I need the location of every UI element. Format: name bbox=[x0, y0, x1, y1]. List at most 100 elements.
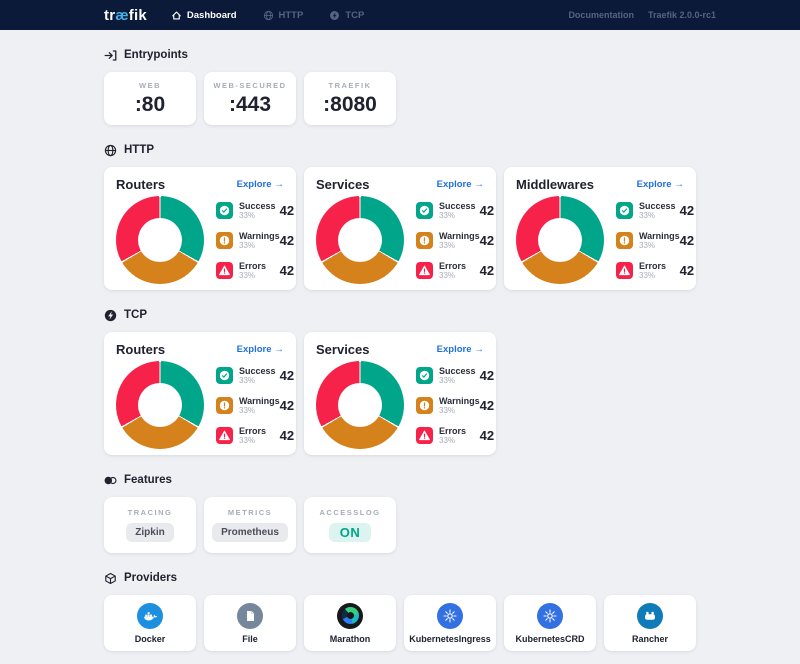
explore-link[interactable]: Explore → bbox=[237, 344, 284, 355]
legend-item-success: Success33% 42 bbox=[416, 366, 494, 385]
legend-percent: 33% bbox=[239, 211, 276, 220]
legend-item-warnings: Warnings33% 42 bbox=[216, 231, 294, 250]
features-header: Features bbox=[104, 473, 696, 487]
error-triangle-icon bbox=[416, 427, 433, 444]
http-section: HTTP Routers Explore → Success33% bbox=[104, 143, 696, 290]
legend-name: Warnings bbox=[439, 396, 480, 406]
entrypoints-grid: WEB :80 WEB-SECURED :443 TRAEFIK :8080 bbox=[104, 72, 696, 125]
success-check-icon bbox=[616, 202, 633, 219]
legend-value: 42 bbox=[480, 233, 494, 248]
legend-value: 42 bbox=[280, 203, 294, 218]
warning-circle-icon bbox=[216, 232, 233, 249]
legend-item-warnings: Warnings33% 42 bbox=[416, 231, 494, 250]
legend-name: Errors bbox=[439, 261, 466, 271]
legend-percent: 33% bbox=[439, 241, 480, 250]
success-check-icon bbox=[416, 202, 433, 219]
success-check-icon bbox=[216, 367, 233, 384]
documentation-link[interactable]: Documentation bbox=[568, 10, 634, 20]
top-navbar: træfik Dashboard HTTP TCP Documentation … bbox=[0, 0, 800, 30]
legend-name: Success bbox=[639, 201, 676, 211]
legend-item-success: Success33% 42 bbox=[216, 201, 294, 220]
status-legend: Success33% 42 Warnings33% 42 Errors33% 4… bbox=[216, 366, 294, 445]
tcp-section: TCP Routers Explore → Success33% bbox=[104, 308, 696, 455]
legend-value: 42 bbox=[280, 263, 294, 278]
legend-value: 42 bbox=[480, 428, 494, 443]
legend-value: 42 bbox=[680, 203, 694, 218]
http-middlewares-panel: Middlewares Explore → Success 33% 42 bbox=[504, 167, 696, 290]
legend-percent: 33% bbox=[239, 376, 276, 385]
providers-grid: Docker File Marathon KubernetesIngress bbox=[104, 595, 696, 651]
legend-name: Success bbox=[239, 366, 276, 376]
legend-percent: 33% bbox=[239, 406, 280, 415]
nav-item-dashboard[interactable]: Dashboard bbox=[171, 10, 237, 21]
legend-item-success: Success33% 42 bbox=[216, 366, 294, 385]
legend-value: 42 bbox=[680, 233, 694, 248]
warning-circle-icon bbox=[416, 397, 433, 414]
logo-ligature: æ bbox=[115, 7, 129, 24]
explore-link[interactable]: Explore → bbox=[437, 179, 484, 190]
legend-item-errors: Errors33% 42 bbox=[216, 426, 294, 445]
entrypoint-label: WEB bbox=[139, 81, 161, 90]
legend-value: 42 bbox=[480, 368, 494, 383]
arrow-right-icon: → bbox=[475, 344, 485, 355]
status-donut-chart bbox=[116, 196, 204, 284]
version-label: Traefik 2.0.0-rc1 bbox=[648, 10, 716, 20]
nav-label: HTTP bbox=[279, 10, 304, 21]
panel-title: Services bbox=[316, 177, 370, 192]
status-legend: Success33% 42 Warnings33% 42 Errors33% 4… bbox=[416, 366, 494, 445]
entrypoints-header: Entrypoints bbox=[104, 48, 696, 62]
entrypoint-label: TRAEFIK bbox=[329, 81, 372, 90]
provider-card-rancher: Rancher bbox=[604, 595, 696, 651]
tcp-routers-panel: Routers Explore → Success33% 42 bbox=[104, 332, 296, 455]
legend-percent: 33% bbox=[439, 436, 466, 445]
status-donut-chart bbox=[516, 196, 604, 284]
legend-name: Errors bbox=[639, 261, 666, 271]
http-services-panel: Services Explore → Success33% 42 bbox=[304, 167, 496, 290]
legend-percent: 33% bbox=[439, 271, 466, 280]
provider-card-kubernetes-crd: KubernetesCRD bbox=[504, 595, 596, 651]
file-document-icon bbox=[237, 603, 263, 629]
error-triangle-icon bbox=[216, 427, 233, 444]
panel-title: Middlewares bbox=[516, 177, 594, 192]
http-header: HTTP bbox=[104, 143, 696, 157]
legend-value: 42 bbox=[280, 233, 294, 248]
legend-percent: 33% bbox=[639, 271, 666, 280]
provider-label: Docker bbox=[135, 634, 166, 644]
legend-name: Errors bbox=[239, 426, 266, 436]
legend-item-success: Success33% 42 bbox=[416, 201, 494, 220]
bolt-circle-icon bbox=[329, 10, 340, 21]
section-title: TCP bbox=[124, 308, 147, 322]
docker-logo-icon bbox=[137, 603, 163, 629]
legend-value: 42 bbox=[480, 398, 494, 413]
bolt-circle-icon bbox=[104, 309, 117, 322]
main-content: Entrypoints WEB :80 WEB-SECURED :443 TRA… bbox=[0, 30, 800, 651]
legend-value: 42 bbox=[680, 263, 694, 278]
entrypoints-section: Entrypoints WEB :80 WEB-SECURED :443 TRA… bbox=[104, 48, 696, 125]
provider-label: File bbox=[242, 634, 258, 644]
legend-name: Warnings bbox=[239, 396, 280, 406]
provider-label: KubernetesCRD bbox=[515, 634, 584, 644]
explore-link[interactable]: Explore → bbox=[637, 179, 684, 190]
nav-label: TCP bbox=[345, 10, 364, 21]
nav-item-tcp[interactable]: TCP bbox=[329, 10, 364, 21]
nav-item-http[interactable]: HTTP bbox=[263, 10, 304, 21]
kubernetes-wheel-icon bbox=[537, 603, 563, 629]
toggle-icon bbox=[104, 474, 117, 487]
traefik-logo[interactable]: træfik bbox=[104, 7, 147, 24]
legend-value: 42 bbox=[280, 398, 294, 413]
providers-section: Providers Docker File Marathon bbox=[104, 571, 696, 651]
legend-value: 42 bbox=[480, 203, 494, 218]
legend-name: Warnings bbox=[239, 231, 280, 241]
explore-link[interactable]: Explore → bbox=[437, 344, 484, 355]
explore-link[interactable]: Explore → bbox=[237, 179, 284, 190]
entrypoint-card-traefik: TRAEFIK :8080 bbox=[304, 72, 396, 125]
legend-item-warnings: Warnings33% 42 bbox=[216, 396, 294, 415]
legend-item-errors: Errors33% 42 bbox=[416, 261, 494, 280]
feature-card-tracing: TRACING Zipkin bbox=[104, 497, 196, 553]
status-donut-chart bbox=[116, 361, 204, 449]
package-icon bbox=[104, 572, 117, 585]
arrow-right-icon: → bbox=[475, 179, 485, 190]
status-legend: Success33% 42 Warnings33% 42 Errors33% 4… bbox=[216, 201, 294, 280]
warning-circle-icon bbox=[416, 232, 433, 249]
legend-name: Warnings bbox=[639, 231, 680, 241]
